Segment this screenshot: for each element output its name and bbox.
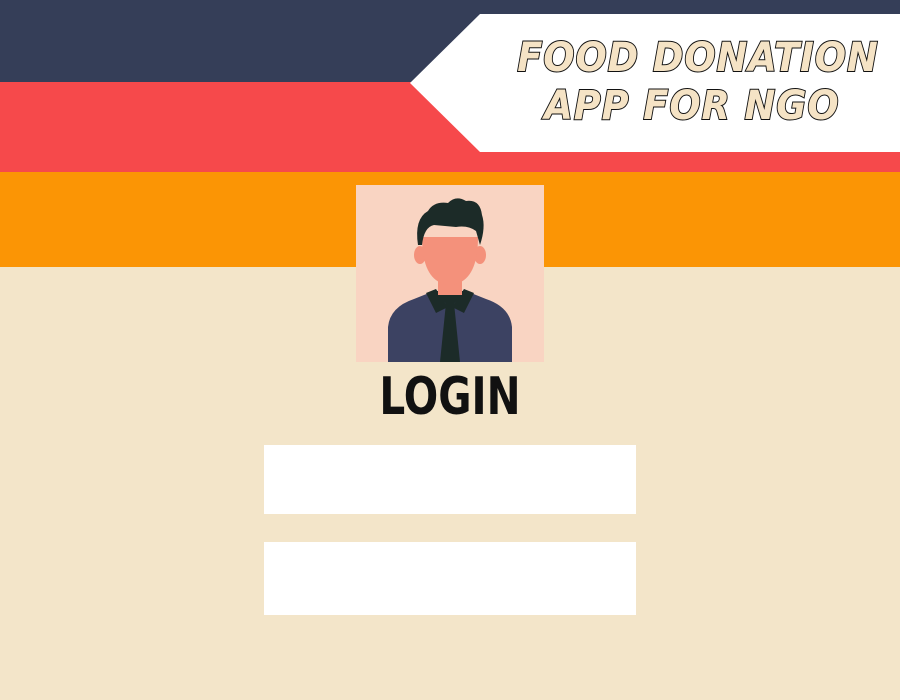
- login-heading: LOGIN: [379, 367, 521, 427]
- login-field-2[interactable]: [264, 542, 636, 615]
- user-avatar-icon: [388, 198, 512, 362]
- title-banner-content: FOOD DONATION APP FOR NGO: [410, 14, 900, 152]
- app-title: FOOD DONATION APP FOR NGO: [516, 34, 879, 130]
- avatar: [356, 185, 544, 362]
- app-title-line-1: FOOD DONATION: [516, 34, 879, 82]
- login-field-1[interactable]: [264, 445, 636, 514]
- app-title-line-2: APP FOR NGO: [543, 82, 840, 130]
